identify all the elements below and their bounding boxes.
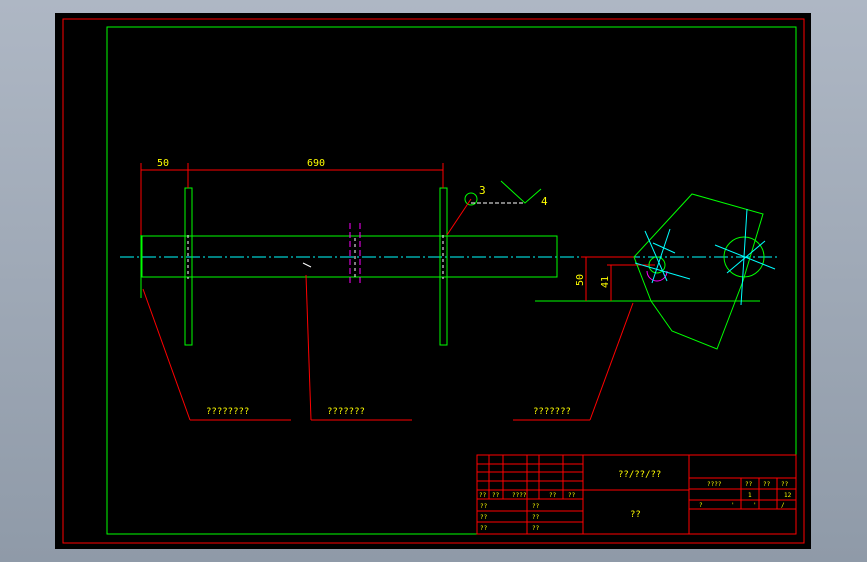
sheet-border [62, 18, 805, 544]
dim-label-h2: 41 [600, 276, 611, 288]
note-2: ??????? [327, 407, 365, 417]
dim-label-h1: 50 [575, 274, 586, 286]
tb-left-cell: ?? [480, 525, 488, 532]
tb-left-cell: ?? [492, 492, 500, 499]
note-leader-1 [142, 288, 191, 421]
tb-left-cell: ?? [568, 492, 576, 499]
note-leader-3 [589, 302, 634, 421]
pin-cl-1 [644, 230, 668, 282]
tb-left-cell: ?? [532, 514, 540, 521]
tb-left-cell: ?? [532, 525, 540, 532]
note-leader-2 [305, 274, 312, 421]
dim-label-span: 690 [307, 158, 325, 169]
pin-cl-2 [634, 262, 691, 280]
tb-right-header: ?? [781, 481, 789, 488]
cad-drawing: 50 690 3 4 50 41 ???????? ??????? ??????… [62, 18, 805, 544]
tb-right-header: ???? [707, 481, 722, 488]
balloon-leader [446, 198, 472, 236]
tb-right-value: 12 [784, 492, 792, 499]
tb-left-cell: ?? [479, 492, 487, 499]
surface-symbol [500, 180, 542, 204]
side-bracket [633, 193, 764, 350]
tb-left-cell: ?? [549, 492, 557, 499]
tb-right-header: ?? [745, 481, 753, 488]
name-text: ?? [630, 510, 641, 520]
tb-left-cell: ?? [480, 503, 488, 510]
tb-right-bottom: ' [731, 502, 735, 509]
note-3: ??????? [533, 407, 571, 417]
tb-right-bottom: ? [699, 502, 703, 509]
balloon-number: 3 [479, 184, 486, 197]
drawing-frame [106, 26, 797, 535]
dim-label-left: 50 [157, 158, 169, 169]
tb-right-bottom: / [781, 502, 785, 509]
pin-cl-4 [651, 228, 671, 284]
tb-right-bottom: ' [753, 502, 757, 509]
tb-right-value: 1 [748, 492, 752, 499]
cad-viewport[interactable]: 50 690 3 4 50 41 ???????? ??????? ??????… [55, 13, 811, 549]
title-text: ??/??/?? [618, 470, 661, 480]
note-1: ???????? [206, 407, 249, 417]
tb-left-cell: ?? [532, 503, 540, 510]
shaft-tick [302, 262, 312, 268]
tb-left-cell: ?? [480, 514, 488, 521]
tb-left-cell: ???? [512, 492, 527, 499]
ref-number: 4 [541, 195, 548, 208]
tb-right-header: ?? [763, 481, 771, 488]
